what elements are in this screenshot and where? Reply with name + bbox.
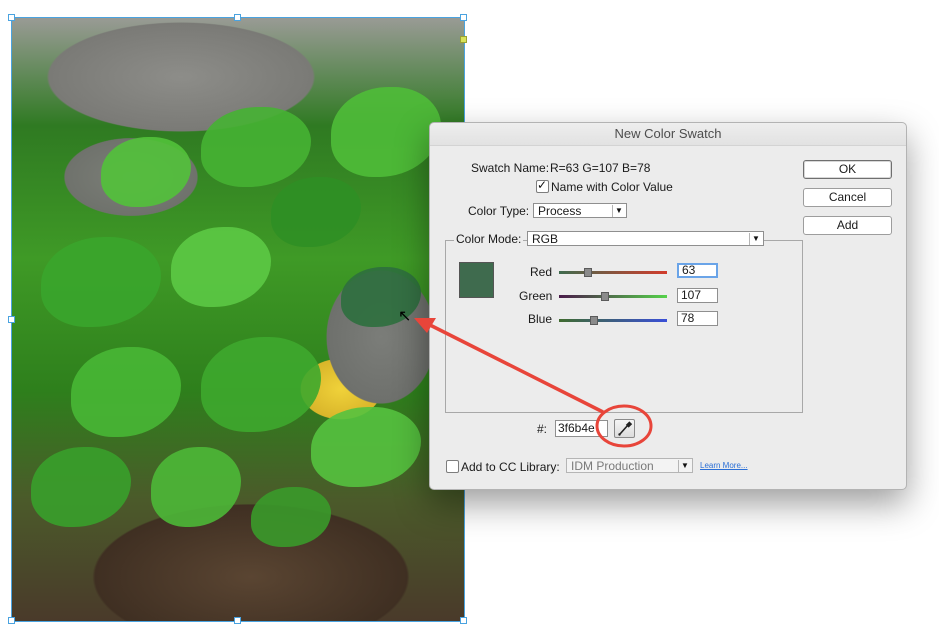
color-type-select[interactable]: Process ▼ xyxy=(533,203,627,218)
pointer-cursor-icon: ↖ xyxy=(398,308,412,325)
checkmark-icon: ✓ xyxy=(537,178,548,192)
color-mode-group xyxy=(445,240,803,413)
corner-options-handle[interactable] xyxy=(460,36,467,43)
resize-handle-bottom-center[interactable] xyxy=(234,617,241,624)
add-to-cc-library-checkbox[interactable] xyxy=(446,460,459,473)
resize-handle-bottom-right[interactable] xyxy=(460,617,467,624)
name-with-color-value-label: Name with Color Value xyxy=(551,180,673,194)
name-with-color-value-checkbox[interactable]: ✓ xyxy=(536,178,549,193)
learn-more-link[interactable]: Learn More... xyxy=(700,461,748,470)
swatch-name-value: R=63 G=107 B=78 xyxy=(550,161,651,175)
blue-slider[interactable] xyxy=(559,316,667,325)
eyedropper-button[interactable] xyxy=(614,419,635,438)
chevron-down-icon: ▼ xyxy=(678,460,691,472)
cc-library-value: IDM Production xyxy=(571,459,654,473)
color-mode-select[interactable]: RGB ▼ xyxy=(527,231,764,246)
red-slider-thumb[interactable] xyxy=(583,268,592,277)
resize-handle-bottom-left[interactable] xyxy=(8,617,15,624)
red-label: Red xyxy=(530,265,553,279)
color-mode-value: RGB xyxy=(532,232,559,246)
resize-handle-top-right[interactable] xyxy=(460,14,467,21)
swatch-name-label: Swatch Name: xyxy=(471,161,550,175)
ivy-photo xyxy=(11,17,464,621)
color-mode-label: Color Mode: xyxy=(454,232,524,246)
red-input[interactable]: 63 xyxy=(677,263,718,278)
green-input[interactable]: 107 xyxy=(677,288,718,303)
green-slider-thumb[interactable] xyxy=(601,292,610,301)
cc-library-select[interactable]: IDM Production ▼ xyxy=(566,458,693,473)
red-slider[interactable] xyxy=(559,268,667,277)
blue-slider-thumb[interactable] xyxy=(589,316,598,325)
chevron-down-icon: ▼ xyxy=(749,233,762,245)
dialog-title: New Color Swatch xyxy=(430,123,906,146)
new-color-swatch-dialog: New Color Swatch Swatch Name: R=63 G=107… xyxy=(429,122,907,490)
color-type-label: Color Type: xyxy=(468,204,530,218)
green-slider[interactable] xyxy=(559,292,667,301)
color-type-value: Process xyxy=(538,204,582,218)
blue-label: Blue xyxy=(528,312,553,326)
hex-label: #: xyxy=(537,422,548,436)
eyedropper-icon xyxy=(618,421,633,436)
resize-handle-top-left[interactable] xyxy=(8,14,15,21)
hex-input[interactable]: 3f6b4e xyxy=(555,420,608,437)
resize-handle-top-center[interactable] xyxy=(234,14,241,21)
chevron-down-icon: ▼ xyxy=(612,205,625,217)
ok-button[interactable]: OK xyxy=(803,160,892,179)
green-label: Green xyxy=(519,289,553,303)
blue-input[interactable]: 78 xyxy=(677,311,718,326)
resize-handle-middle-left[interactable] xyxy=(8,316,15,323)
color-preview-swatch xyxy=(459,262,494,298)
cancel-button[interactable]: Cancel xyxy=(803,188,892,207)
add-button[interactable]: Add xyxy=(803,216,892,235)
add-to-cc-library-label: Add to CC Library: xyxy=(461,460,560,474)
